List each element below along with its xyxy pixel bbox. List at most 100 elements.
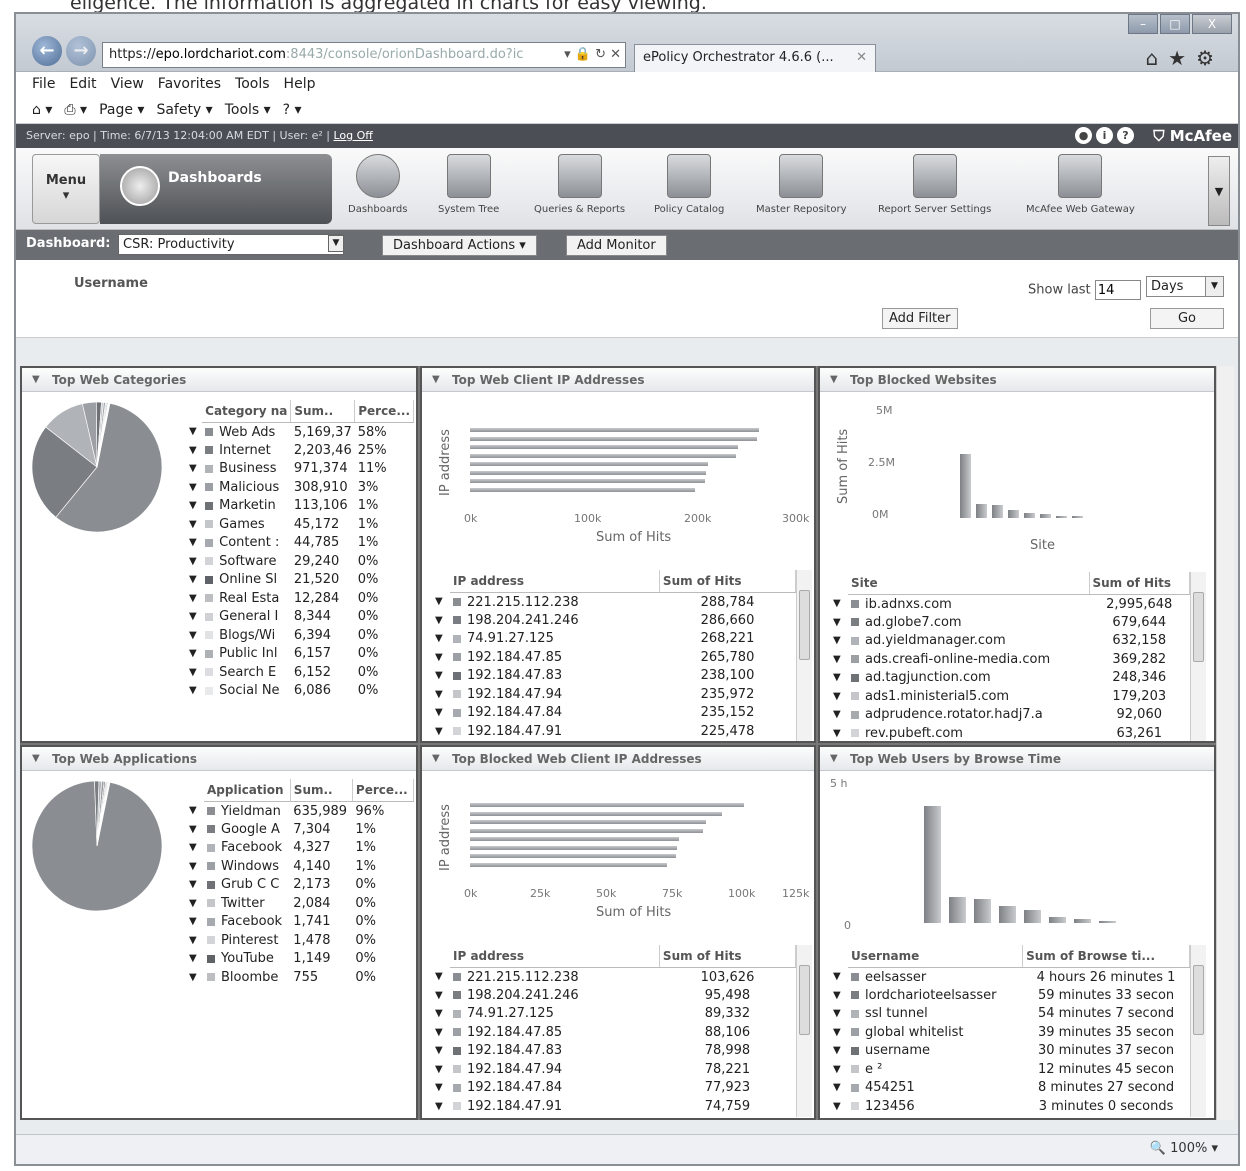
menu-edit[interactable]: Edit xyxy=(69,72,96,96)
table-header-1[interactable]: Sum.. xyxy=(290,400,356,423)
close-tab-icon[interactable]: ✕ xyxy=(856,45,867,71)
table-row[interactable]: ▼ ad.tagjunction.com 248,346 xyxy=(830,669,1190,688)
table-row[interactable]: ▼ Malicious 308,910 3% xyxy=(186,478,414,497)
table-row[interactable]: ▼ 192.184.47.91 225,478 xyxy=(432,722,796,741)
table-row[interactable]: ▼ 192.184.47.94 235,972 xyxy=(432,685,796,704)
table-row[interactable]: ▼ Content : 44,785 1% xyxy=(186,534,414,553)
table-header-2[interactable]: Perce... xyxy=(352,779,415,802)
scroll-thumb[interactable] xyxy=(1193,965,1204,1035)
blocked-client-ips-scrollbar[interactable] xyxy=(796,945,812,1117)
table-row[interactable]: ▼ 198.204.241.246 286,660 xyxy=(432,611,796,630)
cmd-page[interactable]: Page ▾ xyxy=(99,96,144,123)
address-bar[interactable]: https://epo.lordchariot.com:8443/console… xyxy=(102,42,626,68)
table-row[interactable]: ▼ 192.184.47.85 88,106 xyxy=(432,1023,796,1042)
show-last-input[interactable] xyxy=(1094,280,1141,300)
home-star-gear-icons[interactable]: ⌂★⚙ xyxy=(1145,46,1224,70)
table-row[interactable]: ▼ 192.184.47.94 78,221 xyxy=(432,1060,796,1079)
table-row[interactable]: ▼ 221.215.112.238 288,784 xyxy=(432,593,796,612)
table-header-0[interactable]: Category na xyxy=(202,400,292,423)
menu-button[interactable]: Menu ▾ xyxy=(32,154,100,224)
table-header-0[interactable]: Site xyxy=(848,572,1090,595)
table-row[interactable]: ▼ General I 8,344 0% xyxy=(186,608,414,627)
log-off-link[interactable]: Log Off xyxy=(334,129,373,142)
menu-tools[interactable]: Tools xyxy=(235,72,270,96)
table-row[interactable]: ▼ Social Ne 6,086 0% xyxy=(186,682,414,701)
icon-mcafee-web-gateway[interactable]: McAfee Web Gateway xyxy=(1026,154,1135,215)
table-row[interactable]: ▼ Yieldman 635,989 96% xyxy=(186,802,414,821)
icon-system-tree[interactable]: System Tree xyxy=(438,154,499,215)
table-row[interactable]: ▼ 123456 3 minutes 0 seconds xyxy=(830,1097,1190,1116)
scroll-thumb[interactable] xyxy=(1193,592,1204,662)
info-icon[interactable]: i xyxy=(1096,127,1113,144)
table-row[interactable]: ▼ 192.184.47.83 238,100 xyxy=(432,667,796,686)
forward-icon[interactable]: → xyxy=(66,36,96,66)
icon-dashboards[interactable]: Dashboards xyxy=(348,154,407,215)
table-row[interactable]: ▼ 454251 8 minutes 27 second xyxy=(830,1079,1190,1098)
table-row[interactable]: ▼ 74.91.27.125 268,221 xyxy=(432,630,796,649)
panel-menu-icon[interactable]: ▼ xyxy=(830,368,838,392)
print-icon[interactable]: ⎙ ▾ xyxy=(64,96,87,123)
table-header-2[interactable]: Perce... xyxy=(354,400,414,423)
table-row[interactable]: ▼ Public Inl 6,157 0% xyxy=(186,645,414,664)
table-row[interactable]: ▼ 192.184.47.85 265,780 xyxy=(432,648,796,667)
panel-menu-icon[interactable]: ▼ xyxy=(830,747,838,771)
client-ips-scrollbar[interactable] xyxy=(796,570,812,741)
table-header-1[interactable]: Sum of Browse ti... xyxy=(1022,945,1190,968)
table-row[interactable]: ▼ Google A 7,304 1% xyxy=(186,820,414,839)
table-row[interactable]: ▼ ib.adnxs.com 2,995,648 xyxy=(830,595,1190,614)
icon-master-repository[interactable]: Master Repository xyxy=(756,154,847,215)
address-controls-icon[interactable]: ▾ 🔒 ↻ ✕ xyxy=(564,43,621,67)
help-icon[interactable]: ? ▾ xyxy=(283,96,302,123)
table-row[interactable]: ▼ Real Esta 12,284 0% xyxy=(186,589,414,608)
table-header-0[interactable]: Application xyxy=(204,779,291,802)
table-row[interactable]: ▼ rev.pubeft.com 63,261 xyxy=(830,724,1190,741)
table-header-0[interactable]: Username xyxy=(848,945,1024,968)
table-row[interactable]: ▼ Pinterest 1,478 0% xyxy=(186,931,414,950)
table-row[interactable]: ▼ 192.184.47.83 78,998 xyxy=(432,1042,796,1061)
icon-queries-reports[interactable]: Queries & Reports xyxy=(534,154,625,215)
table-row[interactable]: ▼ Games 45,172 1% xyxy=(186,515,414,534)
cmd-tools[interactable]: Tools ▾ xyxy=(225,96,271,123)
dashboard-actions-button[interactable]: Dashboard Actions ▾ xyxy=(382,235,537,256)
close-window-icon[interactable]: X xyxy=(1192,14,1232,34)
scroll-thumb[interactable] xyxy=(799,590,810,660)
table-row[interactable]: ▼ ad.globe7.com 679,644 xyxy=(830,613,1190,632)
table-row[interactable]: ▼ Business 971,374 11% xyxy=(186,460,414,479)
table-header-1[interactable]: Sum of Hits xyxy=(659,570,797,593)
maximize-icon[interactable]: □ xyxy=(1160,14,1190,34)
table-row[interactable]: ▼ username 30 minutes 37 secon xyxy=(830,1042,1190,1061)
add-filter-button[interactable]: Add Filter xyxy=(882,308,958,329)
browse-time-scrollbar[interactable] xyxy=(1190,945,1206,1117)
table-row[interactable]: ▼ Twitter 2,084 0% xyxy=(186,894,414,913)
icon-report-server-settings[interactable]: Report Server Settings xyxy=(878,154,991,215)
table-row[interactable]: ▼ 221.215.112.238 103,626 xyxy=(432,968,796,987)
table-row[interactable]: ▼ Facebook 1,741 0% xyxy=(186,913,414,932)
table-row[interactable]: ▼ Grub C C 2,173 0% xyxy=(186,876,414,895)
table-row[interactable]: ▼ Web Ads 5,169,37 58% xyxy=(186,423,414,442)
table-row[interactable]: ▼ ads1.ministerial5.com 179,203 xyxy=(830,687,1190,706)
menu-favorites[interactable]: Favorites xyxy=(158,72,221,96)
home-icon[interactable]: ⌂ ▾ xyxy=(32,96,52,123)
table-row[interactable]: ▼ ads.creafi-online-media.com 369,282 xyxy=(830,650,1190,669)
table-row[interactable]: ▼ Search E 6,152 0% xyxy=(186,663,414,682)
page-scrollbar[interactable] xyxy=(1216,366,1234,1120)
table-header-0[interactable]: IP address xyxy=(450,570,660,593)
table-row[interactable]: ▼ 192.184.47.84 235,152 xyxy=(432,704,796,723)
zoom-level[interactable]: 🔍 100% ▾ xyxy=(1150,1141,1218,1156)
table-row[interactable]: ▼ 198.204.241.246 95,498 xyxy=(432,986,796,1005)
table-row[interactable]: ▼ Internet 2,203,46 25% xyxy=(186,441,414,460)
table-row[interactable]: ▼ ad.yieldmanager.com 632,158 xyxy=(830,632,1190,651)
table-row[interactable]: ▼ 192.184.47.84 77,923 xyxy=(432,1079,796,1098)
icon-bar-scroll-icon[interactable]: ▼ xyxy=(1208,156,1230,226)
table-row[interactable]: ▼ Bloombe 755 0% xyxy=(186,968,414,987)
table-row[interactable]: ▼ YouTube 1,149 0% xyxy=(186,950,414,969)
go-button[interactable]: Go xyxy=(1150,308,1224,329)
dashboard-select-arrow-icon[interactable]: ▼ xyxy=(328,235,344,252)
table-row[interactable]: ▼ lordcharioteelsasser 59 minutes 33 secon xyxy=(830,986,1190,1005)
table-row[interactable]: ▼ adprudence.rotator.hadj7.a 92,060 xyxy=(830,706,1190,725)
table-row[interactable]: ▼ 74.91.27.125 89,332 xyxy=(432,1005,796,1024)
back-icon[interactable]: ← xyxy=(32,36,62,66)
table-row[interactable]: ▼ eelsasser 4 hours 26 minutes 1 xyxy=(830,968,1190,987)
panel-menu-icon[interactable]: ▼ xyxy=(432,368,440,392)
table-row[interactable]: ▼ Windows 4,140 1% xyxy=(186,857,414,876)
